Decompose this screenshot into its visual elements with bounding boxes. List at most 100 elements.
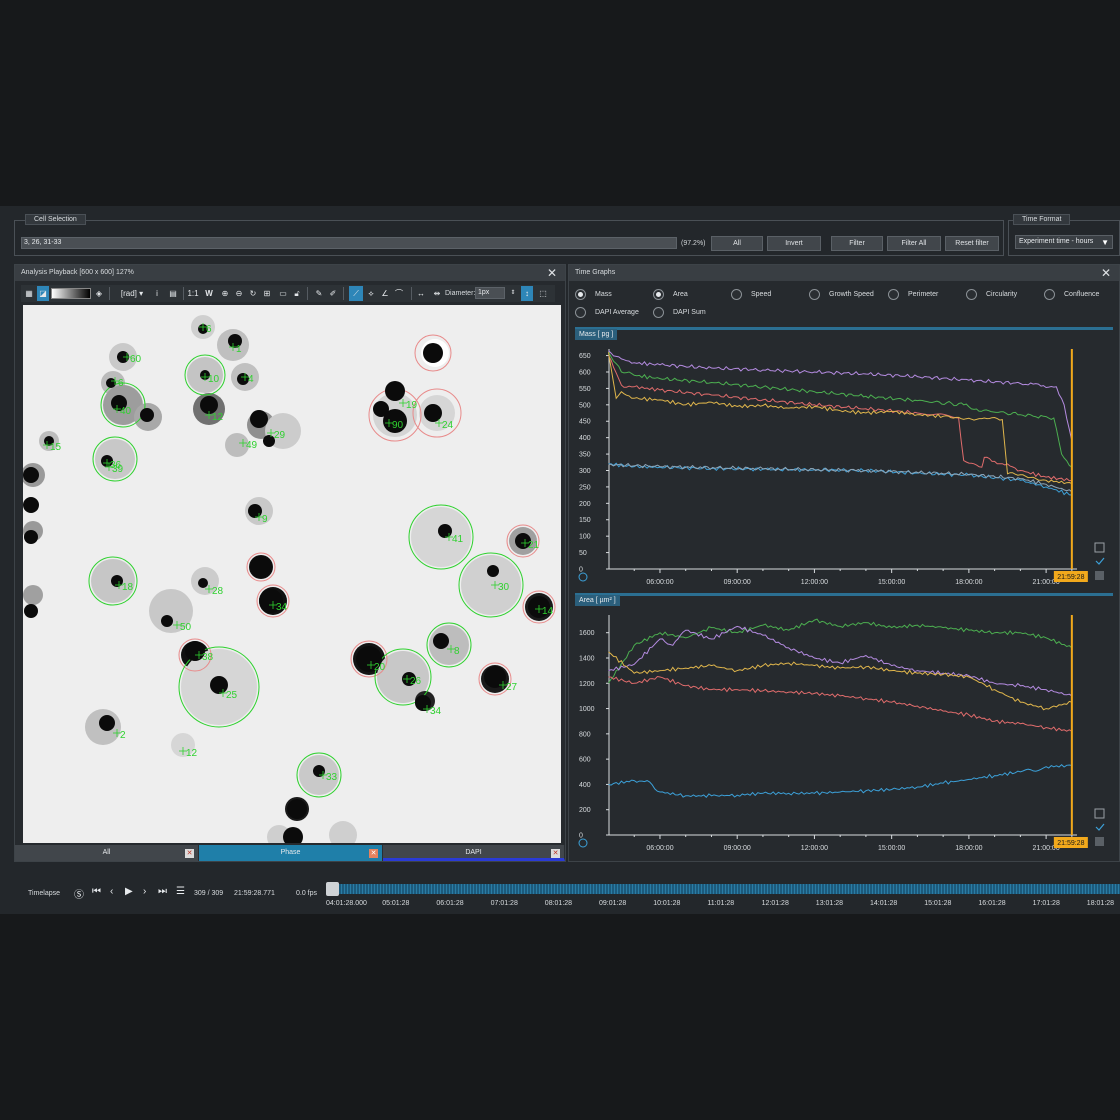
intensity-gradient[interactable] (51, 288, 91, 299)
image-info-icon[interactable]: ▤ (167, 286, 179, 301)
cell-id-label[interactable]: 33 (326, 772, 338, 783)
cell-id-label[interactable]: 14 (542, 606, 554, 617)
cell-id-label[interactable]: 18 (122, 582, 134, 593)
cell-id-label[interactable]: 6 (118, 378, 124, 389)
fit-screen-icon[interactable]: ⊞ (261, 286, 273, 301)
close-icon[interactable]: ✕ (185, 849, 194, 858)
tab-dapi[interactable]: DAPI ✕ (383, 845, 565, 861)
height-tool-icon[interactable]: ↕ (521, 286, 533, 301)
radio-dot[interactable] (731, 289, 742, 300)
zoom-reset-icon[interactable] (578, 838, 588, 848)
export-icon[interactable] (1095, 571, 1104, 580)
cell-id-label[interactable]: 15 (50, 442, 62, 453)
stepper-icon[interactable]: ⇕ (507, 286, 519, 301)
cell-id-label[interactable]: 4 (248, 374, 254, 385)
angle-icon[interactable]: ∠ (379, 286, 391, 301)
select-all-button[interactable]: All (711, 236, 763, 251)
cell-id-label[interactable]: 9 (262, 514, 268, 525)
radio-dot[interactable] (966, 289, 977, 300)
skip-last-icon[interactable]: ⏭ (158, 886, 167, 897)
cell-selection-input[interactable]: 3, 26, 31-33 (21, 237, 677, 249)
radio-dot[interactable] (809, 289, 820, 300)
pen-icon[interactable]: ✎ (313, 286, 325, 301)
cell-id-label[interactable]: 2 (120, 730, 126, 741)
cell-id-label[interactable]: 36 (110, 460, 122, 471)
export-icon[interactable] (1095, 837, 1104, 846)
unlock-icon[interactable]: 🔓︎ (291, 286, 303, 301)
compress-horizontal-icon[interactable]: ⇹ (431, 286, 443, 301)
cell-id-label[interactable]: 49 (246, 440, 258, 451)
cell-id-label[interactable]: 21 (528, 540, 540, 551)
cell-id-label[interactable]: 12 (212, 412, 224, 423)
cell-id-label[interactable]: 60 (130, 354, 142, 365)
pen-remove-icon[interactable]: ✐ (327, 286, 339, 301)
timeline-scrubber[interactable] (326, 882, 1120, 896)
cell-id-label[interactable]: 41 (452, 534, 464, 545)
grid-toggle-icon[interactable] (1094, 808, 1105, 819)
radio-dot[interactable] (888, 289, 899, 300)
rotate-icon[interactable]: ↻ (247, 286, 259, 301)
cell-id-label[interactable]: 20 (374, 662, 386, 673)
check-icon[interactable] (1095, 557, 1105, 565)
invert-button[interactable]: Invert (767, 236, 821, 251)
diameter-input[interactable]: 1px (475, 287, 505, 299)
skip-first-icon[interactable]: ⏮ (92, 886, 101, 897)
cell-id-label[interactable]: 40 (120, 406, 132, 417)
ruler-icon[interactable]: ▭ (277, 286, 289, 301)
close-icon[interactable]: ✕ (1101, 265, 1111, 281)
close-icon[interactable]: ✕ (369, 849, 378, 858)
crop-icon[interactable]: ⬚ (537, 286, 549, 301)
contrast-tool-icon[interactable]: ◪ (37, 286, 49, 301)
menu-icon[interactable]: ☰ (176, 886, 185, 897)
cell-id-label[interactable]: 8 (454, 646, 460, 657)
cell-id-label[interactable]: 10 (208, 374, 220, 385)
reset-filter-button[interactable]: Reset filter (945, 236, 999, 251)
cell-id-label[interactable]: 29 (274, 430, 286, 441)
curve-icon[interactable]: ⌒ (393, 286, 405, 301)
radio-dot[interactable] (1044, 289, 1055, 300)
cell-id-label[interactable]: 19 (406, 400, 418, 411)
actual-size-button[interactable]: 1:1 (187, 286, 199, 301)
cell-id-label[interactable]: 12 (186, 748, 198, 759)
unit-select[interactable]: [rad] ▾ (115, 286, 149, 301)
cell-id-label[interactable]: 34 (276, 602, 288, 613)
timeline-thumb[interactable] (326, 882, 339, 896)
grid-toggle-icon[interactable] (1094, 542, 1105, 553)
filter-all-button[interactable]: Filter All (887, 236, 941, 251)
radio-dot[interactable] (575, 289, 586, 300)
radio-dot[interactable] (575, 307, 586, 318)
cell-id-label[interactable]: 90 (392, 420, 404, 431)
info-icon[interactable]: i (151, 286, 163, 301)
close-icon[interactable]: ✕ (547, 265, 557, 281)
cell-id-label[interactable]: 28 (212, 586, 224, 597)
radio-dot[interactable] (653, 289, 664, 300)
speed-icon[interactable]: Ⓢ (74, 886, 84, 901)
cell-id-label[interactable]: 1 (236, 344, 242, 355)
mass-chart[interactable]: 0 50 100 150 200 250 300 350 400 450 500 550 600 650 0… (569, 343, 1120, 593)
tab-all[interactable]: All ✕ (15, 845, 199, 861)
cell-id-label[interactable]: 26 (410, 676, 422, 687)
image-viewer[interactable]: 6 1 60 6 10 4 40 29 12 19 90 24 39 49 15 36 9 41 21 30 28 18 3… (23, 305, 561, 843)
line-measure-icon[interactable]: ⟋ (349, 286, 363, 301)
cell-id-label[interactable]: 25 (226, 690, 238, 701)
zoom-in-icon[interactable]: ⊕ (219, 286, 231, 301)
polyline-icon[interactable]: ⟡ (365, 286, 377, 301)
cell-id-label[interactable]: 30 (498, 582, 510, 593)
step-forward-icon[interactable]: › (143, 886, 146, 897)
cell-id-label[interactable]: 27 (506, 682, 518, 693)
zoom-reset-icon[interactable] (578, 572, 588, 582)
grid-tool-icon[interactable]: ▦ (23, 286, 35, 301)
fit-width-button[interactable]: W (203, 286, 215, 301)
zoom-out-icon[interactable]: ⊖ (233, 286, 245, 301)
radio-dot[interactable] (653, 307, 664, 318)
close-icon[interactable]: ✕ (551, 849, 560, 858)
cell-id-label[interactable]: 38 (202, 652, 214, 663)
step-back-icon[interactable]: ‹ (110, 886, 113, 897)
expand-horizontal-icon[interactable]: ↔ (415, 286, 427, 301)
cell-id-label[interactable]: 6 (206, 324, 212, 335)
filter-button[interactable]: Filter (831, 236, 883, 251)
cell-id-label[interactable]: 24 (442, 420, 454, 431)
play-icon[interactable]: ▶ (125, 886, 133, 897)
cell-id-label[interactable]: 50 (180, 622, 192, 633)
time-format-select[interactable]: Experiment time - hours ▼ (1015, 235, 1113, 249)
